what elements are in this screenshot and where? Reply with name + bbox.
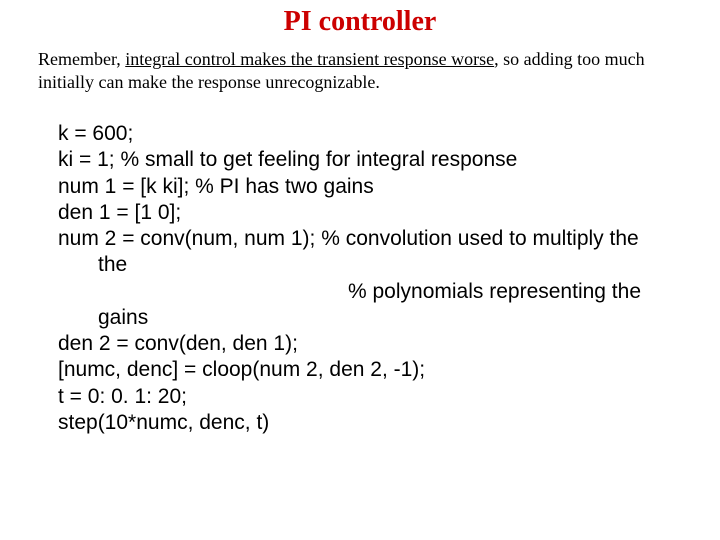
code-line-6a: % polynomials representing the — [98, 279, 710, 305]
code-line-7: den 2 = conv(den, den 1); — [58, 331, 710, 357]
code-line-1: k = 600; — [58, 121, 710, 147]
code-line-3: num 1 = [k ki]; % PI has two gains — [58, 174, 710, 200]
code-line-10: step(10*numc, denc, t) — [58, 410, 710, 436]
code-line-9: t = 0: 0. 1: 20; — [58, 384, 710, 410]
code-line-5b: the — [98, 252, 710, 278]
code-line-5: num 2 = conv(num, num 1); % convolution … — [58, 226, 710, 252]
code-line-2: ki = 1; % small to get feeling for integ… — [58, 147, 710, 173]
intro-text-a: Remember, — [38, 49, 125, 69]
intro-text-underlined: integral control makes the transient res… — [125, 49, 494, 69]
code-line-6b: gains — [98, 305, 710, 331]
code-line-8: [numc, denc] = cloop(num 2, den 2, -1); — [58, 357, 710, 383]
code-block: k = 600; ki = 1; % small to get feeling … — [0, 93, 720, 436]
slide-title: PI controller — [0, 0, 720, 42]
slide: PI controller Remember, integral control… — [0, 0, 720, 540]
code-line-4: den 1 = [1 0]; — [58, 200, 710, 226]
intro-paragraph: Remember, integral control makes the tra… — [0, 48, 720, 93]
